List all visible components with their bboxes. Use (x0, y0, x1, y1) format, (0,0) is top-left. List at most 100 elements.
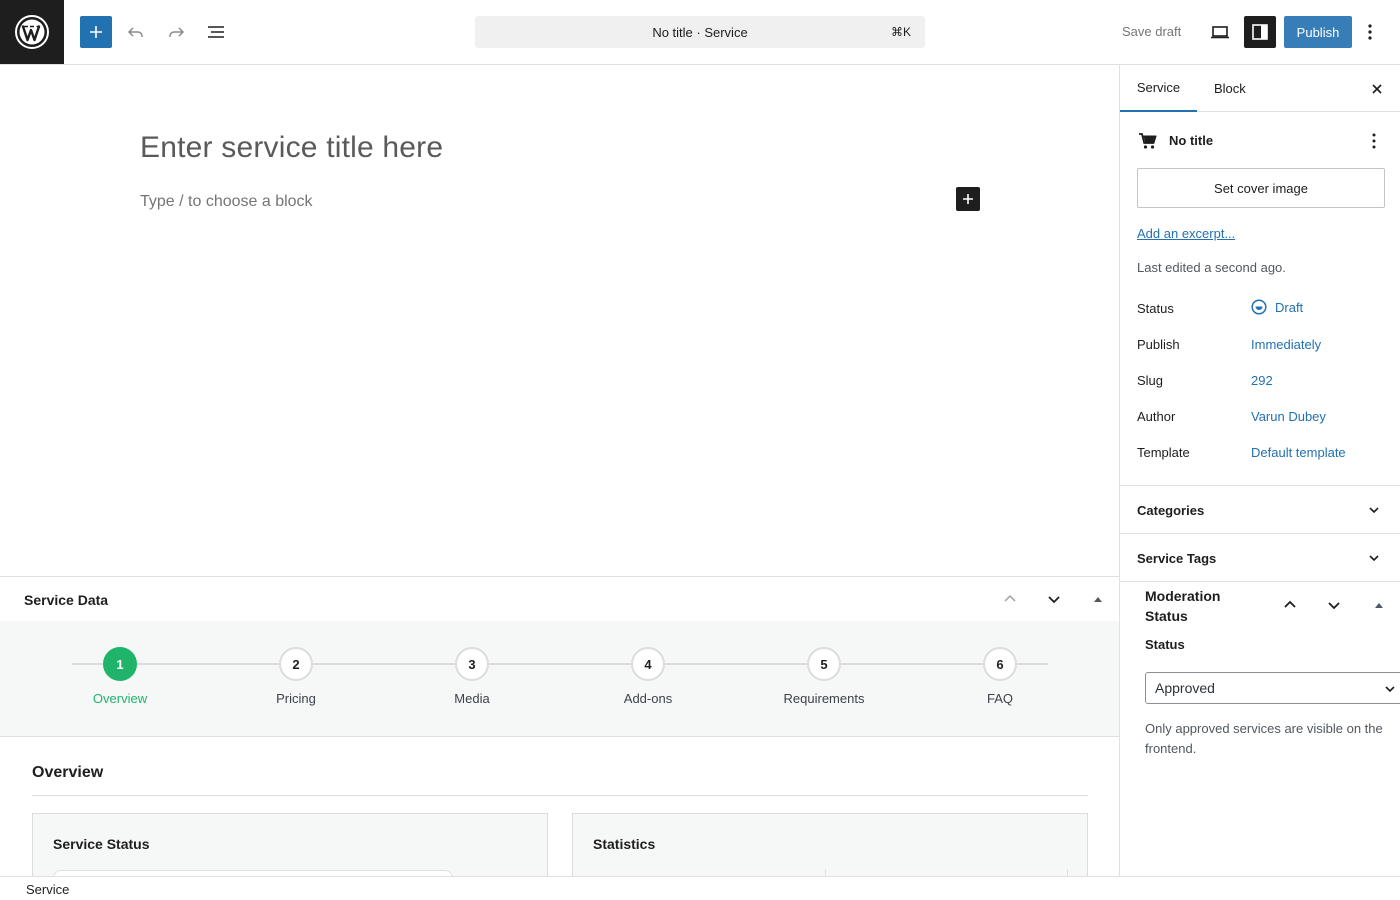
command-bar-title: No title · Service (652, 24, 748, 40)
chevron-down-icon (1369, 507, 1379, 514)
move-down-button[interactable] (1324, 595, 1344, 615)
move-up-button[interactable] (1000, 589, 1020, 609)
chevron-down-icon (1328, 602, 1340, 610)
move-down-button[interactable] (1044, 589, 1064, 609)
panel-title: Categories (1137, 503, 1205, 518)
undo-button[interactable] (120, 16, 152, 48)
save-draft-button[interactable]: Save draft (1122, 24, 1181, 39)
panel-title: Service Tags (1137, 551, 1217, 566)
vertical-ellipsis-icon (1368, 24, 1372, 40)
meta-row-author: Author Varun Dubey (1137, 407, 1387, 427)
vertical-ellipsis-icon (1372, 133, 1376, 149)
list-view-icon (208, 26, 224, 38)
plus-icon (90, 26, 102, 38)
add-excerpt-link[interactable]: Add an excerpt... (1137, 226, 1235, 241)
service-status-card: Service Status (32, 813, 548, 876)
chevron-down-icon (1369, 555, 1379, 562)
post-actions-button[interactable] (1364, 131, 1384, 151)
metabox-title: Service Data (24, 592, 109, 608)
publish-date-toggle[interactable]: Immediately (1251, 337, 1321, 352)
service-tags-panel[interactable]: Service Tags (1120, 533, 1400, 581)
command-palette-bar[interactable]: No title · Service ⌘K (475, 16, 925, 48)
plus-icon (963, 194, 973, 204)
wordpress-logo-icon[interactable] (0, 0, 64, 64)
redo-button[interactable] (160, 16, 192, 48)
selected-value: Approved (1155, 680, 1215, 696)
meta-row-slug: Slug 292 (1137, 371, 1387, 391)
expand-button[interactable] (1364, 548, 1384, 568)
step-connector (72, 663, 1048, 665)
last-edited-text: Last edited a second ago. (1137, 260, 1286, 275)
step-overview[interactable]: 1 Overview (60, 647, 180, 706)
editor-header: No title · Service ⌘K Save draft Publish (0, 0, 1400, 65)
step-number: 3 (455, 647, 489, 681)
close-icon (1372, 84, 1382, 94)
step-number: 6 (983, 647, 1017, 681)
tab-block[interactable]: Block (1214, 65, 1246, 112)
document-overview-button[interactable] (200, 16, 232, 48)
divider (32, 795, 1088, 796)
step-label: Requirements (783, 691, 865, 706)
post-title: No title (1169, 133, 1214, 148)
step-requirements[interactable]: 5 Requirements (764, 647, 884, 706)
metabox-header: Service Data (0, 577, 1119, 621)
block-placeholder[interactable]: Type / to choose a block (140, 193, 313, 211)
options-button[interactable] (1360, 16, 1380, 48)
breadcrumb[interactable]: Service (26, 882, 69, 897)
template-toggle[interactable]: Default template (1251, 445, 1346, 460)
service-data-metabox: Service Data 1 Overview 2 Pricing 3 Medi… (0, 576, 1119, 876)
publish-button[interactable]: Publish (1284, 16, 1352, 48)
cart-icon (1139, 133, 1157, 149)
desktop-icon (1211, 26, 1229, 39)
step-number: 2 (279, 647, 313, 681)
preview-button[interactable] (1204, 16, 1236, 48)
step-label: Overview (92, 691, 148, 706)
step-label: Media (454, 691, 490, 706)
toggle-panel-button[interactable] (1369, 595, 1389, 615)
step-faq[interactable]: 6 FAQ (940, 647, 1060, 706)
tab-service[interactable]: Service (1120, 65, 1197, 112)
editor-footer: Service (0, 876, 1400, 900)
inline-add-block-button[interactable] (956, 187, 980, 211)
step-add-ons[interactable]: 4 Add-ons (588, 647, 708, 706)
sidebar-icon (1252, 24, 1268, 40)
meta-value: Draft (1275, 299, 1304, 315)
moderation-title: Moderation Status (1145, 588, 1221, 624)
step-number: 5 (807, 647, 841, 681)
overview-heading: Overview (32, 764, 104, 781)
service-steps: 1 Overview 2 Pricing 3 Media 4 Add-ons 5… (0, 621, 1119, 737)
toggle-panel-button[interactable] (1088, 589, 1108, 609)
post-summary: No title (1138, 129, 1388, 153)
editor-canvas: Enter service title here Type / to choos… (0, 65, 1119, 576)
divider (1067, 869, 1068, 876)
slug-toggle[interactable]: 292 (1251, 373, 1273, 388)
move-up-button[interactable] (1280, 595, 1300, 615)
categories-panel[interactable]: Categories (1120, 485, 1400, 533)
moderation-status-select[interactable]: Approved (1145, 672, 1400, 704)
post-title-input[interactable]: Enter service title here (140, 131, 443, 165)
step-label: FAQ (986, 691, 1013, 706)
meta-row-status: Status Draft (1137, 299, 1387, 319)
status-toggle[interactable]: Draft (1251, 299, 1303, 315)
moderation-status-metabox: Moderation Status Status Approved Only a… (1120, 581, 1400, 781)
settings-sidebar: Service Block No title Set cover image A… (1119, 65, 1400, 876)
meta-label: Publish (1137, 337, 1180, 352)
step-pricing[interactable]: 2 Pricing (236, 647, 356, 706)
close-sidebar-button[interactable] (1367, 79, 1387, 99)
meta-row-template: Template Default template (1137, 443, 1387, 463)
set-cover-image-button[interactable]: Set cover image (1137, 168, 1385, 208)
expand-button[interactable] (1364, 500, 1384, 520)
author-toggle[interactable]: Varun Dubey (1251, 409, 1326, 424)
command-shortcut: ⌘K (890, 25, 911, 39)
settings-sidebar-toggle-button[interactable] (1244, 16, 1276, 48)
triangle-up-icon (1094, 597, 1102, 602)
sidebar-tabs: Service Block (1120, 65, 1400, 112)
chevron-down-icon (1048, 596, 1060, 604)
meta-label: Template (1137, 445, 1190, 460)
card-title: Service Status (53, 836, 150, 852)
step-media[interactable]: 3 Media (412, 647, 532, 706)
toggle-block-inserter-button[interactable] (80, 16, 112, 48)
step-number: 1 (103, 647, 137, 681)
step-label: Pricing (276, 691, 316, 706)
draft-status-icon (1251, 299, 1267, 315)
